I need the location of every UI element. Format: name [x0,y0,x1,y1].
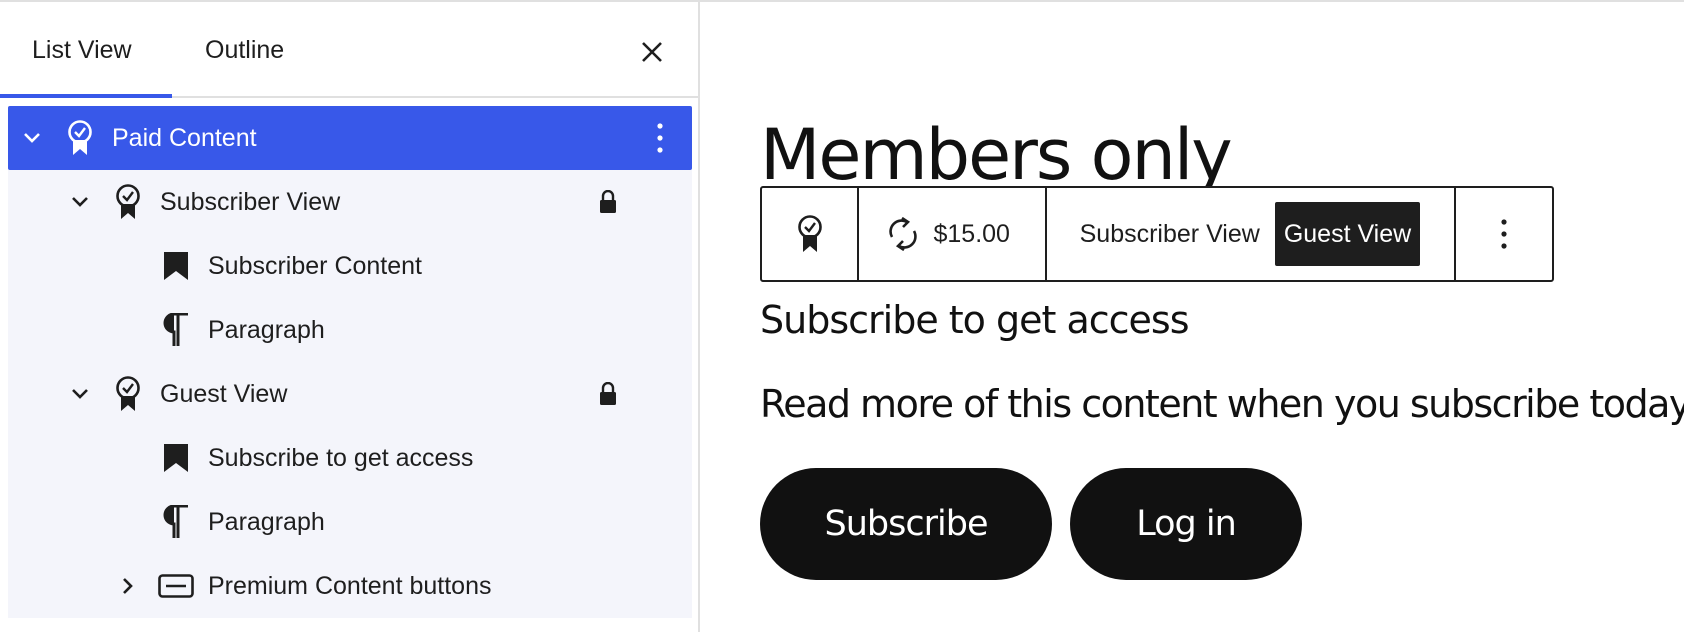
lock-icon [598,189,620,214]
tab-list-view[interactable]: List View [32,2,132,98]
members-heading[interactable]: Members only [760,120,1233,190]
tree-item-label: Paid Content [112,123,257,152]
tree-item-premium-buttons[interactable]: Premium Content buttons [8,554,692,618]
paragraph-icon [156,502,196,542]
chevron-down-icon[interactable] [68,190,92,214]
price-label: $15.00 [933,219,1010,248]
badge-icon [797,215,822,252]
badge-icon [108,182,148,222]
tree-item-label: Subscribe to get access [208,443,474,472]
tree-item-subscribe-heading[interactable]: Subscribe to get access [8,426,692,490]
login-button[interactable]: Log in [1070,468,1302,580]
promo-paragraph[interactable]: Read more of this content when you subsc… [760,382,1684,426]
tree-item-label: Subscriber Content [208,251,423,280]
paragraph-icon [156,310,196,350]
more-options-icon[interactable] [648,118,672,158]
badge-icon [108,374,148,414]
tree-item-label: Premium Content buttons [208,571,492,600]
tree-item-label: Subscriber View [160,187,341,216]
block-toolbar: $15.00 Subscriber View Guest View [760,186,1554,282]
list-view-sidebar: List View Outline Paid Content Subscribe… [0,2,700,632]
tree-item-paid-content[interactable]: Paid Content [8,106,692,170]
tree-item-label: Paragraph [208,315,325,344]
price-plan-button[interactable]: $15.00 [859,188,1047,280]
block-tree: Paid Content Subscriber View Subscriber … [8,106,692,618]
bookmark-icon [156,246,196,286]
tree-item-guest-view[interactable]: Guest View [8,362,692,426]
chevron-right-icon[interactable] [116,574,140,598]
editor-canvas: Members only $15.00 Subscriber View Gues… [702,2,1684,632]
subscriber-view-button[interactable]: Subscriber View [1071,202,1269,266]
button-icon [156,566,196,606]
bookmark-icon [156,438,196,478]
tree-item-subscriber-view[interactable]: Subscriber View [8,170,692,234]
update-icon [889,217,918,251]
block-type-button[interactable] [762,188,860,280]
chevron-down-icon[interactable] [68,382,92,406]
tree-item-paragraph[interactable]: Paragraph [8,298,692,362]
active-tab-indicator [0,94,172,98]
view-switcher: Subscriber View Guest View [1047,188,1456,280]
subscribe-heading[interactable]: Subscribe to get access [760,298,1190,342]
more-options-icon [1501,219,1507,249]
tree-item-label: Guest View [160,379,288,408]
tree-item-paragraph[interactable]: Paragraph [8,490,692,554]
close-button[interactable] [632,32,672,72]
sidebar-tabs: List View Outline [0,2,698,98]
tree-item-subscriber-content[interactable]: Subscriber Content [8,234,692,298]
chevron-down-icon[interactable] [20,126,44,150]
guest-view-button[interactable]: Guest View [1274,202,1421,266]
tree-item-label: Paragraph [208,507,325,536]
toolbar-options-button[interactable] [1456,188,1552,280]
subscribe-button[interactable]: Subscribe [760,468,1052,580]
lock-icon [598,381,620,406]
badge-icon [60,118,100,158]
tab-outline[interactable]: Outline [205,2,284,98]
close-icon [642,42,662,62]
